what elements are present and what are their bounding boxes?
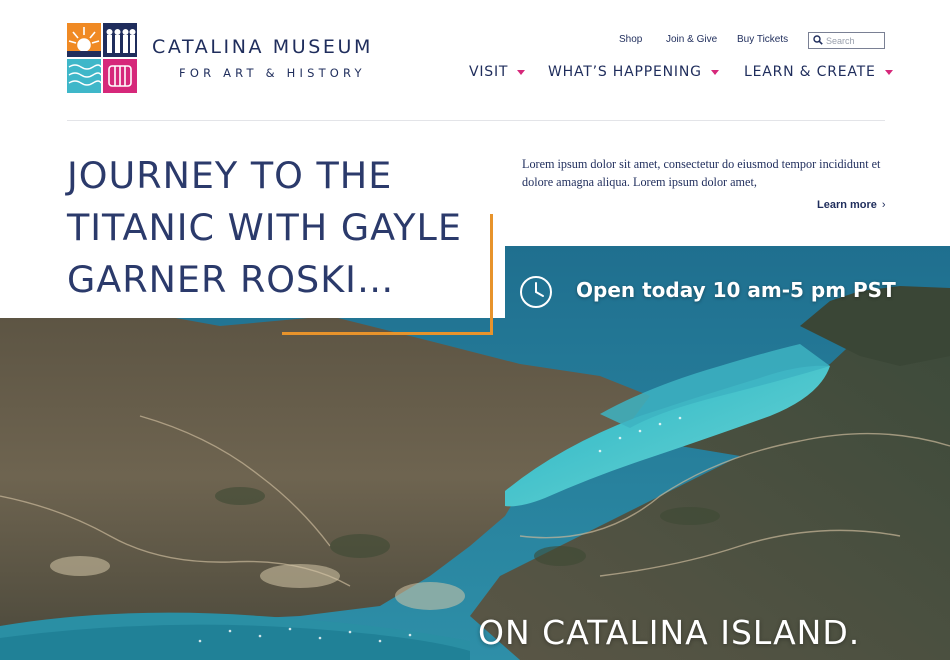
- buy-tickets-link[interactable]: Buy Tickets: [737, 34, 788, 45]
- hero-intro-text: Lorem ipsum dolor sit amet, consectetur …: [522, 157, 881, 189]
- caret-down-icon: [884, 70, 893, 75]
- caret-down-icon: [517, 70, 526, 75]
- learn-more-label: Learn more: [817, 199, 877, 211]
- shop-link[interactable]: Shop: [619, 34, 642, 45]
- search-box[interactable]: [808, 32, 885, 49]
- museum-logo[interactable]: [67, 23, 137, 93]
- chevron-right-icon: ›: [881, 199, 886, 211]
- learn-more-link[interactable]: Learn more ›: [817, 199, 886, 211]
- accent-bracket-vertical: [490, 214, 493, 334]
- brand-subtitle: FOR ART & HISTORY: [179, 66, 366, 80]
- nav-learn-create[interactable]: LEARN & CREATE: [744, 64, 893, 80]
- join-give-link[interactable]: Join & Give: [666, 34, 717, 45]
- clock-icon: [520, 276, 552, 308]
- hero-tagline: ON CATALINA ISLAND.: [478, 613, 861, 652]
- caret-down-icon: [710, 70, 719, 75]
- brand-title[interactable]: CATALINA MUSEUM: [152, 36, 373, 58]
- hero-headline[interactable]: JOURNEY TO THE TITANIC WITH GAYLE GARNER…: [67, 150, 507, 306]
- nav-visit-label: VISIT: [469, 64, 509, 80]
- hours-text: Open today 10 am-5 pm PST: [576, 278, 896, 302]
- nav-visit[interactable]: VISIT: [469, 64, 526, 80]
- header-divider: [67, 120, 885, 121]
- accent-bracket-horizontal: [282, 332, 493, 335]
- nav-whats-happening-label: WHAT’S HAPPENING: [548, 64, 702, 80]
- nav-whats-happening[interactable]: WHAT’S HAPPENING: [548, 64, 719, 80]
- nav-learn-create-label: LEARN & CREATE: [744, 64, 876, 80]
- search-icon[interactable]: [813, 35, 823, 45]
- search-input[interactable]: [826, 34, 882, 47]
